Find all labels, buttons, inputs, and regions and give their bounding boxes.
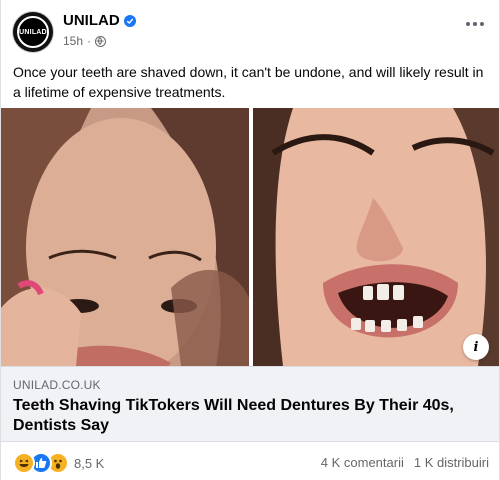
post-meta: 15h · <box>63 34 107 48</box>
more-options-icon[interactable] <box>463 14 487 34</box>
page-avatar[interactable]: UNILAD <box>13 12 53 52</box>
link-domain: UNILAD.CO.UK <box>13 378 101 392</box>
reactions-summary[interactable]: 8,5 K <box>13 452 104 474</box>
post-stats: 4 K comentarii 1 K distribuiri <box>321 452 489 474</box>
post-header: UNILAD UNILAD 15h · <box>13 10 489 54</box>
post-media[interactable]: i <box>1 108 499 366</box>
post-card: UNILAD UNILAD 15h · Once your teeth are … <box>0 0 500 480</box>
meta-separator: · <box>87 34 92 48</box>
post-footer: 8,5 K 4 K comentarii 1 K distribuiri <box>13 452 489 474</box>
page-name-link[interactable]: UNILAD <box>63 12 120 29</box>
info-icon[interactable]: i <box>463 334 489 360</box>
media-image-right[interactable]: i <box>253 108 499 366</box>
verified-badge-icon <box>123 14 136 27</box>
avatar-logo: UNILAD <box>17 16 49 48</box>
post-time[interactable]: 15h <box>63 34 83 48</box>
page-name-row: UNILAD <box>63 12 136 29</box>
comments-count[interactable]: 4 K comentarii <box>321 452 404 474</box>
haha-reaction-icon <box>13 452 35 474</box>
post-text: Once your teeth are shaved down, it can'… <box>13 64 484 100</box>
globe-icon[interactable] <box>95 35 107 47</box>
link-headline[interactable]: Teeth Shaving TikTokers Will Need Dentur… <box>13 396 483 436</box>
reaction-count[interactable]: 8,5 K <box>74 456 104 471</box>
media-image-left[interactable] <box>1 108 249 366</box>
shares-count[interactable]: 1 K distribuiri <box>414 452 489 474</box>
link-preview[interactable]: UNILAD.CO.UK Teeth Shaving TikTokers Wil… <box>1 366 499 442</box>
